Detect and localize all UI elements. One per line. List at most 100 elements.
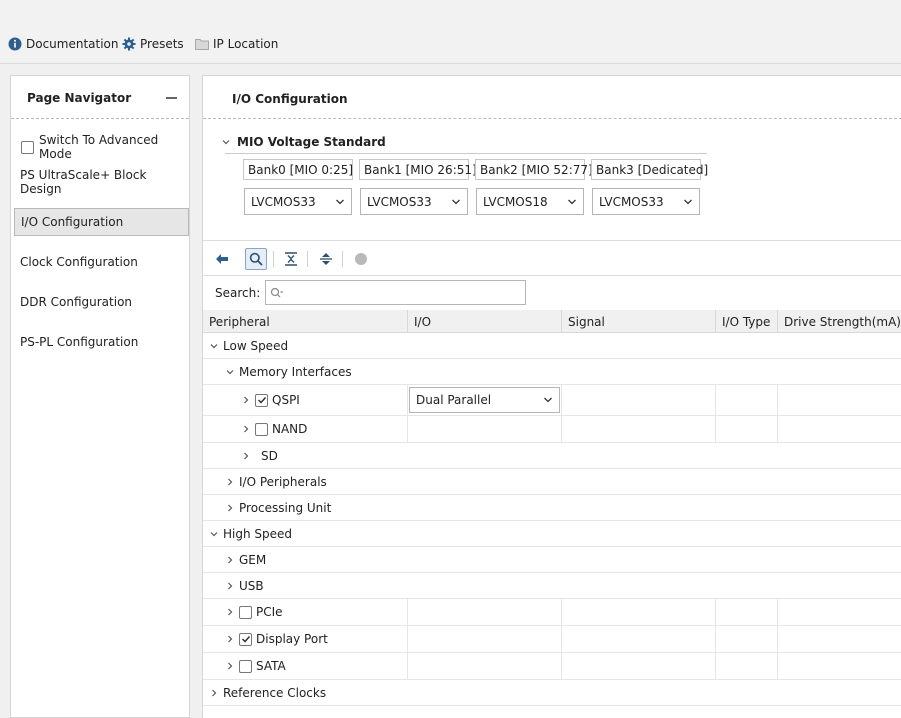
folder-icon bbox=[195, 38, 209, 50]
column-io[interactable]: I/O bbox=[408, 310, 562, 333]
presets-button[interactable]: Presets bbox=[122, 36, 184, 52]
bank2-voltage-select[interactable]: LVCMOS18 bbox=[476, 188, 584, 215]
table-row[interactable]: USB bbox=[203, 573, 901, 599]
navigator-header: Page Navigator bbox=[11, 76, 189, 119]
row-label: USB bbox=[239, 578, 264, 593]
ip-location-label: IP Location bbox=[213, 37, 279, 51]
ip-location-button[interactable]: IP Location bbox=[195, 36, 278, 52]
bank0-voltage-value: LVCMOS33 bbox=[251, 194, 316, 209]
row-label: Memory Interfaces bbox=[239, 364, 352, 379]
page-navigator: Page Navigator Switch To Advanced Mode P… bbox=[10, 75, 190, 718]
chevron-right-icon[interactable] bbox=[225, 555, 235, 565]
documentation-button[interactable]: Documentation bbox=[8, 36, 119, 52]
status-circle-icon[interactable] bbox=[350, 248, 372, 270]
nav-item-io-configuration[interactable]: I/O Configuration bbox=[14, 208, 189, 236]
table-row[interactable]: Reference Clocks bbox=[203, 680, 901, 706]
nav-item-ps-pl-configuration[interactable]: PS-PL Configuration bbox=[14, 328, 189, 356]
chevron-right-icon[interactable] bbox=[241, 395, 251, 405]
row-label: Processing Unit bbox=[239, 500, 332, 515]
nav-item-ddr-configuration[interactable]: DDR Configuration bbox=[14, 288, 189, 316]
qspi-io-value: Dual Parallel bbox=[416, 393, 492, 407]
column-drive-strength[interactable]: Drive Strength(mA) bbox=[778, 310, 901, 333]
search-icon bbox=[270, 287, 284, 299]
page-title: I/O Configuration bbox=[232, 92, 348, 106]
nand-checkbox[interactable] bbox=[255, 422, 268, 436]
table-row[interactable]: SATA bbox=[203, 653, 901, 680]
chevron-down-icon bbox=[451, 197, 461, 207]
nav-item-clock-configuration[interactable]: Clock Configuration bbox=[14, 248, 189, 276]
toolbar-divider bbox=[273, 251, 274, 267]
column-peripheral[interactable]: Peripheral bbox=[203, 310, 408, 333]
top-toolbar: Documentation Presets IP Location bbox=[0, 0, 901, 64]
chevron-right-icon[interactable] bbox=[225, 477, 235, 487]
chevron-right-icon[interactable] bbox=[225, 661, 235, 671]
table-row[interactable]: I/O Peripherals bbox=[203, 469, 901, 495]
column-io-type[interactable]: I/O Type bbox=[716, 310, 778, 333]
table-row[interactable]: Low Speed bbox=[203, 333, 901, 359]
documentation-label: Documentation bbox=[26, 37, 119, 51]
chevron-right-icon[interactable] bbox=[225, 581, 235, 591]
bank1-voltage-value: LVCMOS33 bbox=[367, 194, 432, 209]
bank3-voltage-select[interactable]: LVCMOS33 bbox=[592, 188, 700, 215]
expand-all-icon[interactable] bbox=[315, 248, 337, 270]
chevron-right-icon[interactable] bbox=[241, 424, 251, 434]
bank0-voltage-select[interactable]: LVCMOS33 bbox=[244, 188, 352, 215]
display-port-checkbox[interactable] bbox=[239, 632, 252, 646]
row-label: I/O Peripherals bbox=[239, 474, 327, 489]
chevron-right-icon[interactable] bbox=[225, 634, 235, 644]
row-label: PCIe bbox=[256, 605, 283, 619]
pcie-checkbox[interactable] bbox=[239, 605, 252, 619]
nav-item-label: PS-PL Configuration bbox=[20, 335, 139, 349]
sata-checkbox[interactable] bbox=[239, 659, 252, 673]
collapse-all-icon[interactable] bbox=[280, 248, 302, 270]
advanced-mode-checkbox[interactable] bbox=[21, 140, 34, 154]
presets-label: Presets bbox=[140, 37, 184, 51]
bank2-voltage-value: LVCMOS18 bbox=[483, 194, 548, 209]
chevron-right-icon[interactable] bbox=[241, 451, 251, 461]
bank2-label: Bank2 [MIO 52:77] bbox=[475, 159, 593, 180]
row-label: High Speed bbox=[223, 526, 293, 541]
row-label: GEM bbox=[239, 552, 267, 567]
row-label: SATA bbox=[256, 659, 286, 673]
gear-icon bbox=[122, 37, 136, 51]
chevron-down-icon[interactable] bbox=[221, 137, 231, 147]
table-row[interactable]: QSPI Dual Parallel bbox=[203, 385, 901, 416]
column-signal[interactable]: Signal bbox=[562, 310, 716, 333]
chevron-down-icon bbox=[567, 197, 577, 207]
table-row[interactable]: PCIe bbox=[203, 599, 901, 626]
chevron-right-icon[interactable] bbox=[225, 503, 235, 513]
nav-item-label: I/O Configuration bbox=[21, 215, 124, 229]
navigator-title: Page Navigator bbox=[27, 91, 132, 105]
toolbar-divider bbox=[342, 251, 343, 267]
chevron-down-icon bbox=[543, 395, 553, 405]
chevron-right-icon[interactable] bbox=[209, 688, 219, 698]
qspi-io-select[interactable]: Dual Parallel bbox=[409, 387, 560, 413]
chevron-down-icon[interactable] bbox=[209, 529, 219, 539]
search-icon[interactable] bbox=[245, 248, 267, 270]
bank0-label: Bank0 [MIO 0:25] bbox=[243, 159, 353, 180]
back-arrow-icon[interactable] bbox=[211, 248, 233, 270]
nav-item-block-design[interactable]: PS UltraScale+ Block Design bbox=[14, 168, 189, 196]
table-row[interactable]: Memory Interfaces bbox=[203, 359, 901, 385]
table-row[interactable]: Display Port bbox=[203, 626, 901, 653]
table-row[interactable]: SD bbox=[203, 443, 901, 469]
table-toolbar bbox=[203, 240, 901, 276]
qspi-checkbox[interactable] bbox=[255, 393, 268, 407]
advanced-mode-toggle[interactable]: Switch To Advanced Mode bbox=[21, 133, 189, 161]
search-field[interactable] bbox=[265, 280, 526, 305]
search-label: Search: bbox=[215, 286, 261, 300]
chevron-down-icon[interactable] bbox=[209, 341, 219, 351]
mio-voltage-header[interactable]: MIO Voltage Standard bbox=[221, 135, 386, 149]
bank1-voltage-select[interactable]: LVCMOS33 bbox=[360, 188, 468, 215]
table-row[interactable]: GEM bbox=[203, 547, 901, 573]
chevron-down-icon[interactable] bbox=[225, 367, 235, 377]
chevron-right-icon[interactable] bbox=[225, 607, 235, 617]
table-row[interactable]: Processing Unit bbox=[203, 495, 901, 521]
table-row[interactable]: NAND bbox=[203, 416, 901, 443]
table-row[interactable]: High Speed bbox=[203, 521, 901, 547]
nav-item-label: PS UltraScale+ Block Design bbox=[20, 168, 147, 196]
chevron-down-icon bbox=[683, 197, 693, 207]
search-input[interactable] bbox=[286, 285, 486, 300]
mio-divider bbox=[225, 153, 707, 154]
minimize-icon[interactable] bbox=[166, 97, 177, 99]
